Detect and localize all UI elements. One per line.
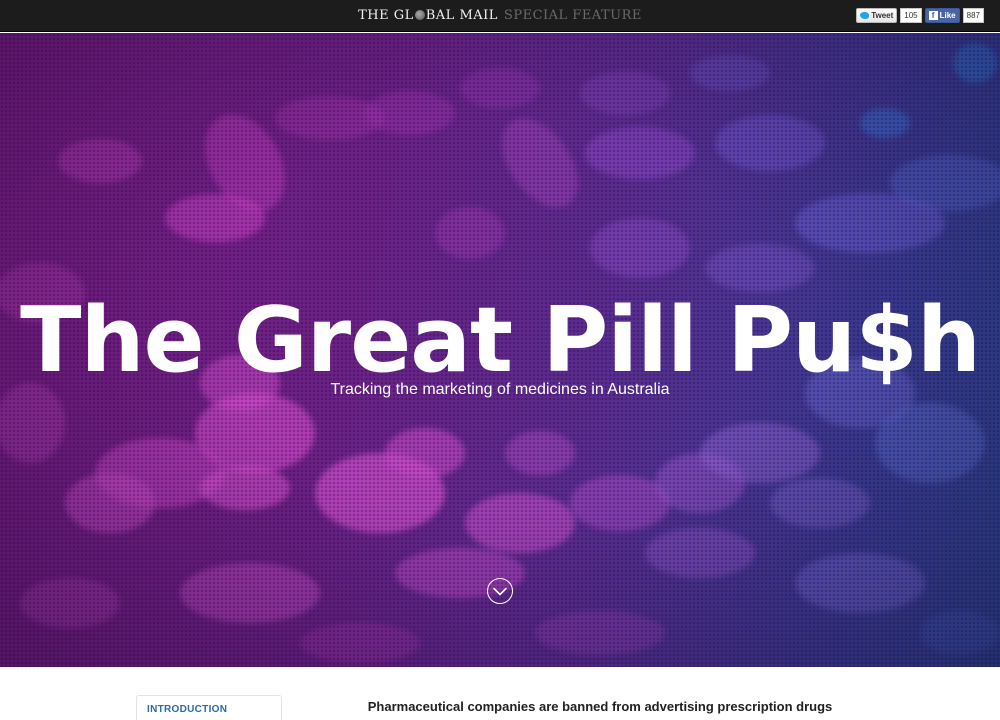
nav-item-introduction[interactable]: INTRODUCTION xyxy=(147,704,227,715)
feature-label: SPECIAL FEATURE xyxy=(503,8,642,23)
facebook-icon: f xyxy=(928,11,938,20)
section-nav: INTRODUCTION xyxy=(136,695,282,720)
site-brand[interactable]: THE GL BAL MAIL SPECIAL FEATURE xyxy=(0,0,1000,32)
social-buttons: Tweet 105 f Like 887 xyxy=(856,8,984,23)
hero-title: The Great Pill Pu$h xyxy=(20,288,981,393)
hero-subtitle: Tracking the marketing of medicines in A… xyxy=(330,381,670,398)
tweet-count: 105 xyxy=(900,8,922,23)
intro-paragraph: Pharmaceutical companies are banned from… xyxy=(367,699,833,720)
like-label: Like xyxy=(939,11,956,20)
tweet-button[interactable]: Tweet xyxy=(856,8,898,23)
brand-name: THE GL BAL MAIL xyxy=(358,8,498,23)
like-count: 887 xyxy=(962,8,984,23)
tweet-label: Tweet xyxy=(871,11,894,20)
hero-banner: The Great Pill Pu$h Tracking the marketi… xyxy=(0,33,1000,667)
chevron-down-icon xyxy=(492,587,507,595)
scroll-down-button[interactable] xyxy=(487,578,513,604)
twitter-bird-icon xyxy=(860,12,870,19)
globe-logo-icon xyxy=(414,10,425,20)
like-button[interactable]: f Like xyxy=(924,8,960,23)
top-bar: THE GL BAL MAIL SPECIAL FEATURE Tweet 105 … xyxy=(0,0,1000,32)
